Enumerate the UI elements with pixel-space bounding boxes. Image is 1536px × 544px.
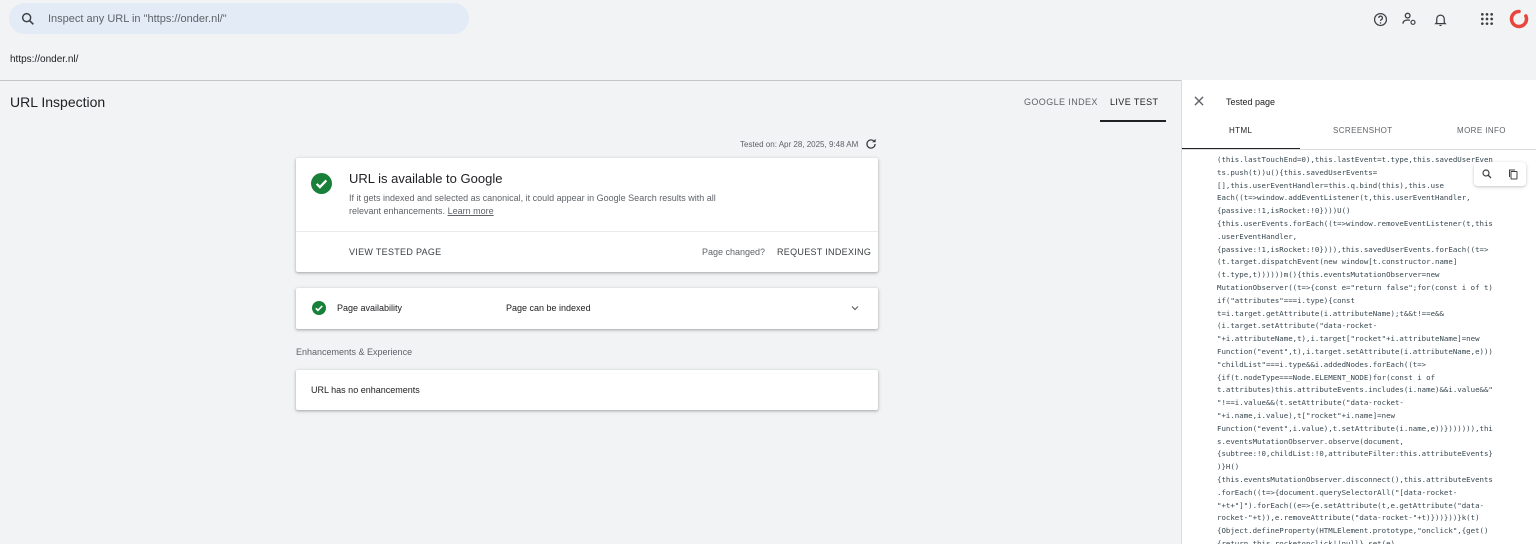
code-line: .forEach((t=>{document.querySelectorAll(… [1217, 487, 1458, 497]
html-source-code[interactable]: (this.lastTouchEnd=0),this.lastEvent=t.t… [1217, 154, 1527, 544]
tab-live-test[interactable]: LIVE TEST [1110, 97, 1158, 107]
code-line: (t.target.dispatchEvent(new window[t.con… [1217, 257, 1458, 267]
property-url: https://onder.nl/ [10, 54, 79, 65]
search-input[interactable] [48, 12, 428, 25]
request-indexing-button[interactable]: REQUEST INDEXING [777, 247, 871, 257]
code-line: t.attributes)this.attributeEvents.includ… [1217, 385, 1493, 395]
refresh-icon[interactable] [864, 137, 878, 151]
chevron-down-icon[interactable] [849, 302, 861, 314]
top-bar [0, 0, 1536, 40]
active-tab-indicator [1100, 120, 1166, 122]
code-line: s.eventsMutationObserver.observe(documen… [1217, 436, 1404, 446]
status-description: If it gets indexed and selected as canon… [349, 193, 716, 216]
code-line: rocket-"+t)),e.removeAttribute("data-roc… [1217, 513, 1480, 523]
code-toolbar [1474, 162, 1526, 186]
page-title: URL Inspection [10, 94, 106, 110]
learn-more-link[interactable]: Learn more [448, 206, 494, 216]
account-avatar-icon[interactable] [1508, 8, 1530, 30]
status-title: URL is available to Google [349, 171, 503, 186]
code-line: "childList"===i.type&&i.addedNodes.forEa… [1217, 359, 1427, 369]
search-icon [21, 12, 34, 25]
code-line: if("attributes"===i.type){const [1217, 295, 1355, 305]
code-line: {this.eventsMutationObserver.disconnect(… [1217, 474, 1493, 484]
url-inspect-search[interactable] [9, 3, 469, 34]
apps-grid-icon[interactable] [1478, 10, 1496, 28]
code-line: {passive:!1,isRocket:!0}))),this.savedUs… [1217, 244, 1489, 254]
code-line: Each((t=>window.addEventListener(t,this.… [1217, 193, 1471, 203]
code-line: {return this.rocketonclick||null},set(e) [1217, 538, 1395, 544]
no-enhancements-text: URL has no enhancements [311, 385, 420, 395]
tab-screenshot[interactable]: SCREENSHOT [1333, 126, 1393, 135]
tested-on-timestamp: Tested on: Apr 28, 2025, 9:48 AM [740, 140, 859, 149]
code-line: (i.target.setAttribute("data-rocket- [1217, 321, 1378, 331]
url-status-card: URL is available to Google If it gets in… [296, 158, 878, 272]
view-tested-page-button[interactable]: VIEW TESTED PAGE [349, 247, 441, 257]
check-circle-icon [311, 173, 332, 194]
code-line: )}H() [1217, 462, 1240, 472]
code-line: {this.userEvents.forEach((t=>window.remo… [1217, 218, 1493, 228]
code-line: Function("event",t),i.target.setAttribut… [1217, 346, 1493, 356]
header-divider [0, 80, 1181, 81]
code-line: MutationObserver((t=>{const e="return fa… [1217, 282, 1493, 292]
code-line: {passive:!1,isRocket:!0})))U() [1217, 206, 1351, 216]
notifications-bell-icon[interactable] [1431, 10, 1449, 28]
help-icon[interactable] [1371, 10, 1389, 28]
enhancements-card: URL has no enhancements [296, 370, 878, 410]
panel-title: Tested page [1226, 97, 1276, 107]
code-line: "+i.attributeName,t),i.target["rocket"+i… [1217, 334, 1480, 344]
manage-users-icon[interactable] [1400, 10, 1418, 28]
tab-google-index[interactable]: GOOGLE INDEX [1024, 97, 1098, 107]
panel-tabs-divider [1182, 149, 1536, 150]
code-line: {subtree:!0,childList:!0,attributeFilter… [1217, 449, 1493, 459]
enhancements-section-label: Enhancements & Experience [296, 347, 413, 357]
availability-value: Page can be indexed [506, 303, 591, 313]
code-line: .userEventHandler, [1217, 231, 1298, 241]
code-line: {Object.defineProperty(HTMLElement.proto… [1217, 526, 1489, 536]
tested-page-panel: Tested page HTML SCREENSHOT MORE INFO (t… [1181, 80, 1536, 544]
code-line: (t.type,t))))))m(){this.eventsMutationOb… [1217, 270, 1440, 280]
code-line: "+t+"]").forEach((e=>{e.setAttribute(t,e… [1217, 500, 1484, 510]
copy-icon[interactable] [1506, 167, 1520, 181]
code-line: {if(t.nodeType===Node.ELEMENT_NODE)for(c… [1217, 372, 1436, 382]
tab-more-info[interactable]: MORE INFO [1457, 126, 1506, 135]
page-availability-row[interactable]: Page availability Page can be indexed [296, 288, 878, 329]
tab-html[interactable]: HTML [1229, 126, 1252, 135]
check-circle-small-icon [312, 301, 326, 315]
page-changed-label: Page changed? [702, 247, 766, 257]
code-line: "+i.name,i.value),t["rocket"+i.name]=new [1217, 410, 1395, 420]
card-divider [296, 231, 878, 232]
close-icon[interactable] [1192, 94, 1206, 108]
code-line: "!==i.value&&(t.setAttribute("data-rocke… [1217, 398, 1404, 408]
code-line: Function("event",i.value),t.setAttribute… [1217, 423, 1493, 433]
code-line: t=i.target.getAttribute(i.attributeName)… [1217, 308, 1444, 318]
availability-label: Page availability [337, 303, 403, 313]
search-code-icon[interactable] [1480, 167, 1494, 181]
